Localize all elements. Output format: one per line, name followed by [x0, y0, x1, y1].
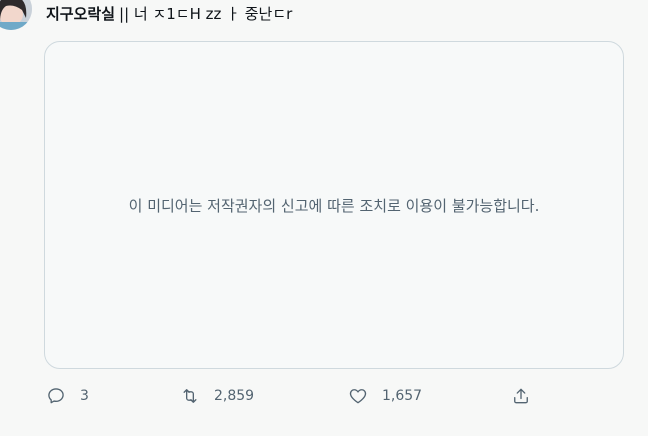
avatar[interactable]	[0, 0, 32, 30]
retweet-icon	[183, 389, 197, 403]
tweet: 지구오락실 || 너 ㅈ1ㄷH zz ㅏ 중난ㄷr 이 미디어는 저작권자의 신…	[0, 0, 648, 436]
reply-count: 3	[80, 388, 89, 404]
tweet-actions: 3 2,859 1,657	[44, 384, 544, 408]
media-unavailable-message: 이 미디어는 저작권자의 신고에 따른 조치로 이용이 불가능합니다.	[128, 196, 540, 215]
handle[interactable]: || 너 ㅈ1ㄷH zz ㅏ 중난ㄷr	[119, 4, 292, 24]
like-count: 1,657	[382, 388, 423, 404]
retweet-button[interactable]: 2,859	[180, 384, 254, 408]
avatar-image	[0, 0, 32, 30]
username[interactable]: 지구오락실	[46, 4, 115, 24]
like-button[interactable]: 1,657	[348, 384, 422, 408]
share-button[interactable]	[511, 384, 531, 408]
reply-icon	[48, 388, 64, 404]
heart-icon	[349, 389, 367, 404]
tweet-header: 지구오락실 || 너 ㅈ1ㄷH zz ㅏ 중난ㄷr	[46, 4, 292, 24]
share-icon	[514, 388, 528, 404]
retweet-count: 2,859	[214, 388, 255, 404]
reply-button[interactable]: 3	[46, 384, 89, 408]
media-unavailable-card: 이 미디어는 저작권자의 신고에 따른 조치로 이용이 불가능합니다.	[44, 41, 624, 369]
